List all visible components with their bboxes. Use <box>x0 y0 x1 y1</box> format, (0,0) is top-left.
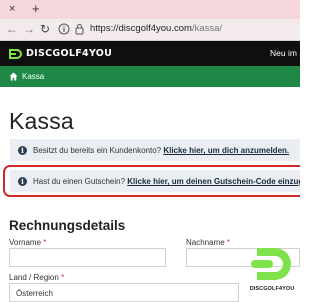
url-host: https://discgolf4you.com <box>90 23 192 34</box>
site-info-icon[interactable] <box>58 23 70 35</box>
first-name-label-text: Vorname <box>9 238 42 247</box>
logo-mark-icon <box>9 48 22 59</box>
required-marker: * <box>43 238 47 247</box>
login-link[interactable]: Klicke hier, um dich anzumelden. <box>163 146 289 155</box>
nav-item-new[interactable]: Neu im Sh <box>270 48 300 58</box>
forward-arrow-icon[interactable]: → <box>23 22 35 36</box>
page-title: Kassa <box>9 108 74 134</box>
browser-toolbar: ← → ↻ https://discgolf4you.com/kassa/ <box>0 19 300 41</box>
breadcrumb: Kassa <box>0 66 300 87</box>
login-notice: i Besitzt du bereits ein Kundenkonto? Kl… <box>10 139 300 161</box>
logo-text: DISCGOLF4YOU <box>26 48 113 59</box>
last-name-label-text: Nachname <box>186 238 225 247</box>
required-marker: * <box>226 238 231 247</box>
address-bar[interactable]: https://discgolf4you.com/kassa/ <box>90 23 222 34</box>
site-header: DISCGOLF4YOU Neu im Sh <box>0 41 300 66</box>
watermark-d-icon <box>251 248 291 280</box>
coupon-notice-message: Hast du einen Gutschein? Klicke hier, um… <box>33 177 300 186</box>
back-arrow-icon[interactable]: ← <box>6 22 18 36</box>
country-label-text: Land / Region <box>9 273 59 282</box>
billing-section-title: Rechnungsdetails <box>9 218 126 233</box>
breadcrumb-current: Kassa <box>22 72 45 81</box>
reload-icon[interactable]: ↻ <box>40 22 50 36</box>
first-name-label: Vorname * <box>9 238 46 247</box>
watermark-text: DISCGOLF4YOU <box>249 286 295 292</box>
watermark-logo: DISCGOLF4YOU <box>247 245 297 297</box>
close-tab-icon[interactable]: × <box>9 2 15 16</box>
first-name-input[interactable] <box>9 248 166 267</box>
home-icon[interactable] <box>9 72 18 81</box>
info-icon: i <box>18 146 27 155</box>
login-notice-message: Besitzt du bereits ein Kundenkonto? Klic… <box>33 146 289 155</box>
required-marker: * <box>61 273 65 282</box>
url-path: /kassa/ <box>191 23 223 34</box>
country-label: Land / Region * <box>9 273 64 282</box>
coupon-link[interactable]: Klicke hier, um deinen Gutschein-Code ei… <box>127 177 300 186</box>
coupon-notice-text: Hast du einen Gutschein? <box>33 177 128 186</box>
new-tab-button[interactable]: + <box>32 1 40 16</box>
info-icon: i <box>18 177 27 186</box>
login-notice-text: Besitzt du bereits ein Kundenkonto? <box>33 146 164 155</box>
site-logo[interactable]: DISCGOLF4YOU <box>9 47 112 60</box>
coupon-notice: i Hast du einen Gutschein? Klicke hier, … <box>10 170 300 192</box>
last-name-label: Nachname * <box>186 238 230 247</box>
country-select[interactable]: Österreich <box>9 283 239 302</box>
browser-tab-bar: × + <box>0 0 300 19</box>
lock-icon <box>75 24 84 35</box>
